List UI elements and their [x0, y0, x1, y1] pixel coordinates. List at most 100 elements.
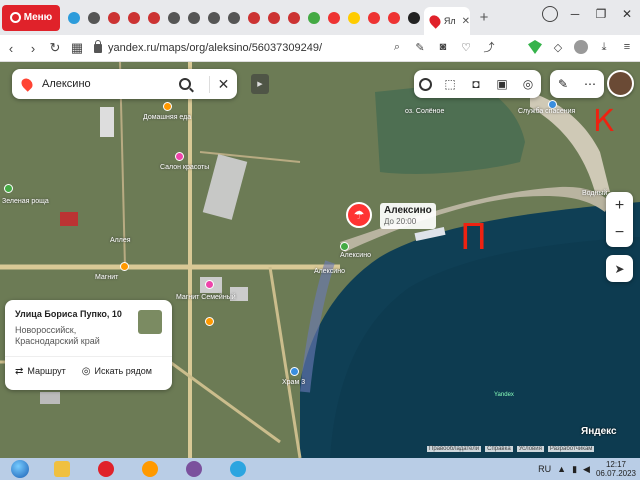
volume-icon[interactable]: ◀	[583, 464, 590, 475]
attribution-link[interactable]: Условия	[516, 446, 544, 452]
camera-layer-icon[interactable]: ◘	[468, 76, 484, 92]
tab[interactable]	[164, 6, 184, 30]
more-icon[interactable]: ⋯	[584, 77, 596, 91]
taskbar-app-media[interactable]	[128, 458, 172, 480]
opera-logo-icon	[9, 12, 21, 23]
place-label[interactable]: Алексино До 20:00	[380, 203, 436, 229]
taskbar-app-explorer[interactable]	[40, 458, 84, 480]
search-icon[interactable]	[179, 78, 191, 90]
restore-icon[interactable]: ❐	[592, 6, 610, 22]
minimize-icon[interactable]: ─	[566, 6, 584, 22]
map-pin-icon	[427, 13, 443, 29]
ruler-icon[interactable]: ✎	[558, 77, 568, 91]
camera-icon[interactable]: ◙	[436, 40, 450, 54]
my-location-button[interactable]: ➤	[606, 255, 633, 282]
tab[interactable]	[404, 6, 424, 30]
taskbar-app-viber[interactable]	[172, 458, 216, 480]
url-field[interactable]: yandex.ru/maps/org/aleksino/56037309249/	[94, 39, 323, 54]
tab[interactable]	[364, 6, 384, 30]
zoom-out-button[interactable]: −	[615, 224, 624, 242]
tab[interactable]	[324, 6, 344, 30]
close-tab-icon[interactable]: ✕	[462, 16, 470, 27]
tab-favicon-icon	[168, 11, 180, 24]
share-icon[interactable]: ⤴	[482, 40, 496, 54]
tab[interactable]	[84, 6, 104, 30]
taskbar-app-telegram[interactable]	[216, 458, 260, 480]
poi-icon[interactable]	[163, 102, 172, 111]
edit-icon[interactable]: ✎	[413, 40, 427, 54]
clear-search-icon[interactable]: ✕	[209, 75, 237, 93]
poi-icon[interactable]	[205, 280, 214, 289]
panorama-icon[interactable]: ⬚	[442, 76, 458, 92]
traffic-icon[interactable]: ◎	[520, 76, 536, 92]
back-icon[interactable]: ‹	[0, 41, 22, 56]
tab[interactable]	[304, 6, 324, 30]
tab[interactable]	[204, 6, 224, 30]
tab[interactable]	[104, 6, 124, 30]
tab[interactable]	[184, 6, 204, 30]
address-card[interactable]: Улица Бориса Пупко, 10 Новороссийск, Кра…	[5, 300, 172, 390]
new-tab-button[interactable]: +	[474, 9, 494, 26]
taskbar-app-opera[interactable]	[84, 458, 128, 480]
menu-icon[interactable]: ≡	[620, 40, 634, 54]
tab[interactable]	[344, 6, 364, 30]
close-window-icon[interactable]: ✕	[618, 6, 636, 22]
tab[interactable]	[264, 6, 284, 30]
language-indicator[interactable]: RU	[538, 464, 551, 474]
poi-icon[interactable]	[120, 262, 129, 271]
start-button[interactable]	[0, 458, 40, 480]
panorama-thumbnail[interactable]	[138, 310, 162, 334]
nearby-label: Искать рядом	[94, 366, 152, 376]
tab[interactable]	[284, 6, 304, 30]
map-label: Магнит	[95, 274, 119, 281]
search-nearby-button[interactable]: ◎ Искать рядом	[82, 366, 152, 377]
zoom-in-button[interactable]: +	[615, 197, 624, 215]
poi-icon[interactable]	[175, 152, 184, 161]
map-type-icon[interactable]	[419, 77, 432, 91]
tab[interactable]	[224, 6, 244, 30]
url-text: yandex.ru/maps/org/aleksino/56037309249/	[108, 42, 323, 54]
network-icon[interactable]: ▮	[572, 464, 577, 475]
clock[interactable]: 12:17 06.07.2023	[596, 460, 636, 478]
attribution-link[interactable]: Правообладатели	[427, 446, 482, 452]
map-search-input[interactable]: Алексино	[42, 78, 179, 90]
shield-icon[interactable]	[528, 40, 542, 54]
cube-icon[interactable]: ◇	[551, 40, 565, 54]
tab[interactable]	[144, 6, 164, 30]
tab[interactable]	[384, 6, 404, 30]
poi-icon[interactable]	[340, 242, 349, 251]
heart-icon[interactable]: ♡	[459, 40, 473, 54]
reload-icon[interactable]: ↻	[44, 40, 66, 56]
search-icon[interactable]: ⌕	[390, 40, 404, 54]
poi-icon[interactable]	[4, 184, 13, 193]
transit-icon[interactable]: ▣	[494, 76, 510, 92]
attribution-link[interactable]: Разработчикам	[547, 446, 595, 452]
browser-menu-button[interactable]: Меню	[2, 4, 60, 31]
tab-favicon-icon	[68, 11, 80, 24]
tab-favicon-icon	[328, 11, 340, 24]
clock-time: 12:17	[605, 460, 626, 469]
user-icon[interactable]	[574, 40, 588, 54]
map-view[interactable]: Алексино ✕ ▶ ⬚ ◘ ▣ ◎ ✎ ⋯ + − ➤ ☂ Алексин…	[0, 62, 640, 458]
poi-icon[interactable]	[205, 317, 214, 326]
collapse-panel-button[interactable]: ▶	[251, 74, 269, 94]
tab-favicon-icon	[388, 11, 400, 24]
poi-icon[interactable]	[290, 367, 299, 376]
tab-favicon-icon	[148, 11, 160, 24]
attribution-link[interactable]: Справка	[485, 446, 513, 452]
tab[interactable]	[64, 6, 84, 30]
map-search-box[interactable]: Алексино ✕	[12, 69, 237, 99]
avatar[interactable]	[607, 70, 634, 97]
tab-search-icon[interactable]	[542, 6, 558, 22]
route-button[interactable]: ⇄ Маршрут	[15, 366, 66, 377]
map-label: Салон красоты	[160, 164, 210, 171]
tab[interactable]	[124, 6, 144, 30]
tray-arrow-icon[interactable]: ▲	[557, 464, 566, 474]
download-icon[interactable]: ⤓	[597, 40, 611, 54]
card-actions: ⇄ Маршрут ◎ Искать рядом	[15, 366, 152, 377]
forward-icon[interactable]: ›	[22, 41, 44, 56]
tab[interactable]	[244, 6, 264, 30]
place-marker-icon[interactable]: ☂	[346, 202, 372, 228]
tab-active[interactable]: Ял ✕	[424, 7, 470, 35]
speed-dial-icon[interactable]: ▦	[66, 40, 88, 56]
